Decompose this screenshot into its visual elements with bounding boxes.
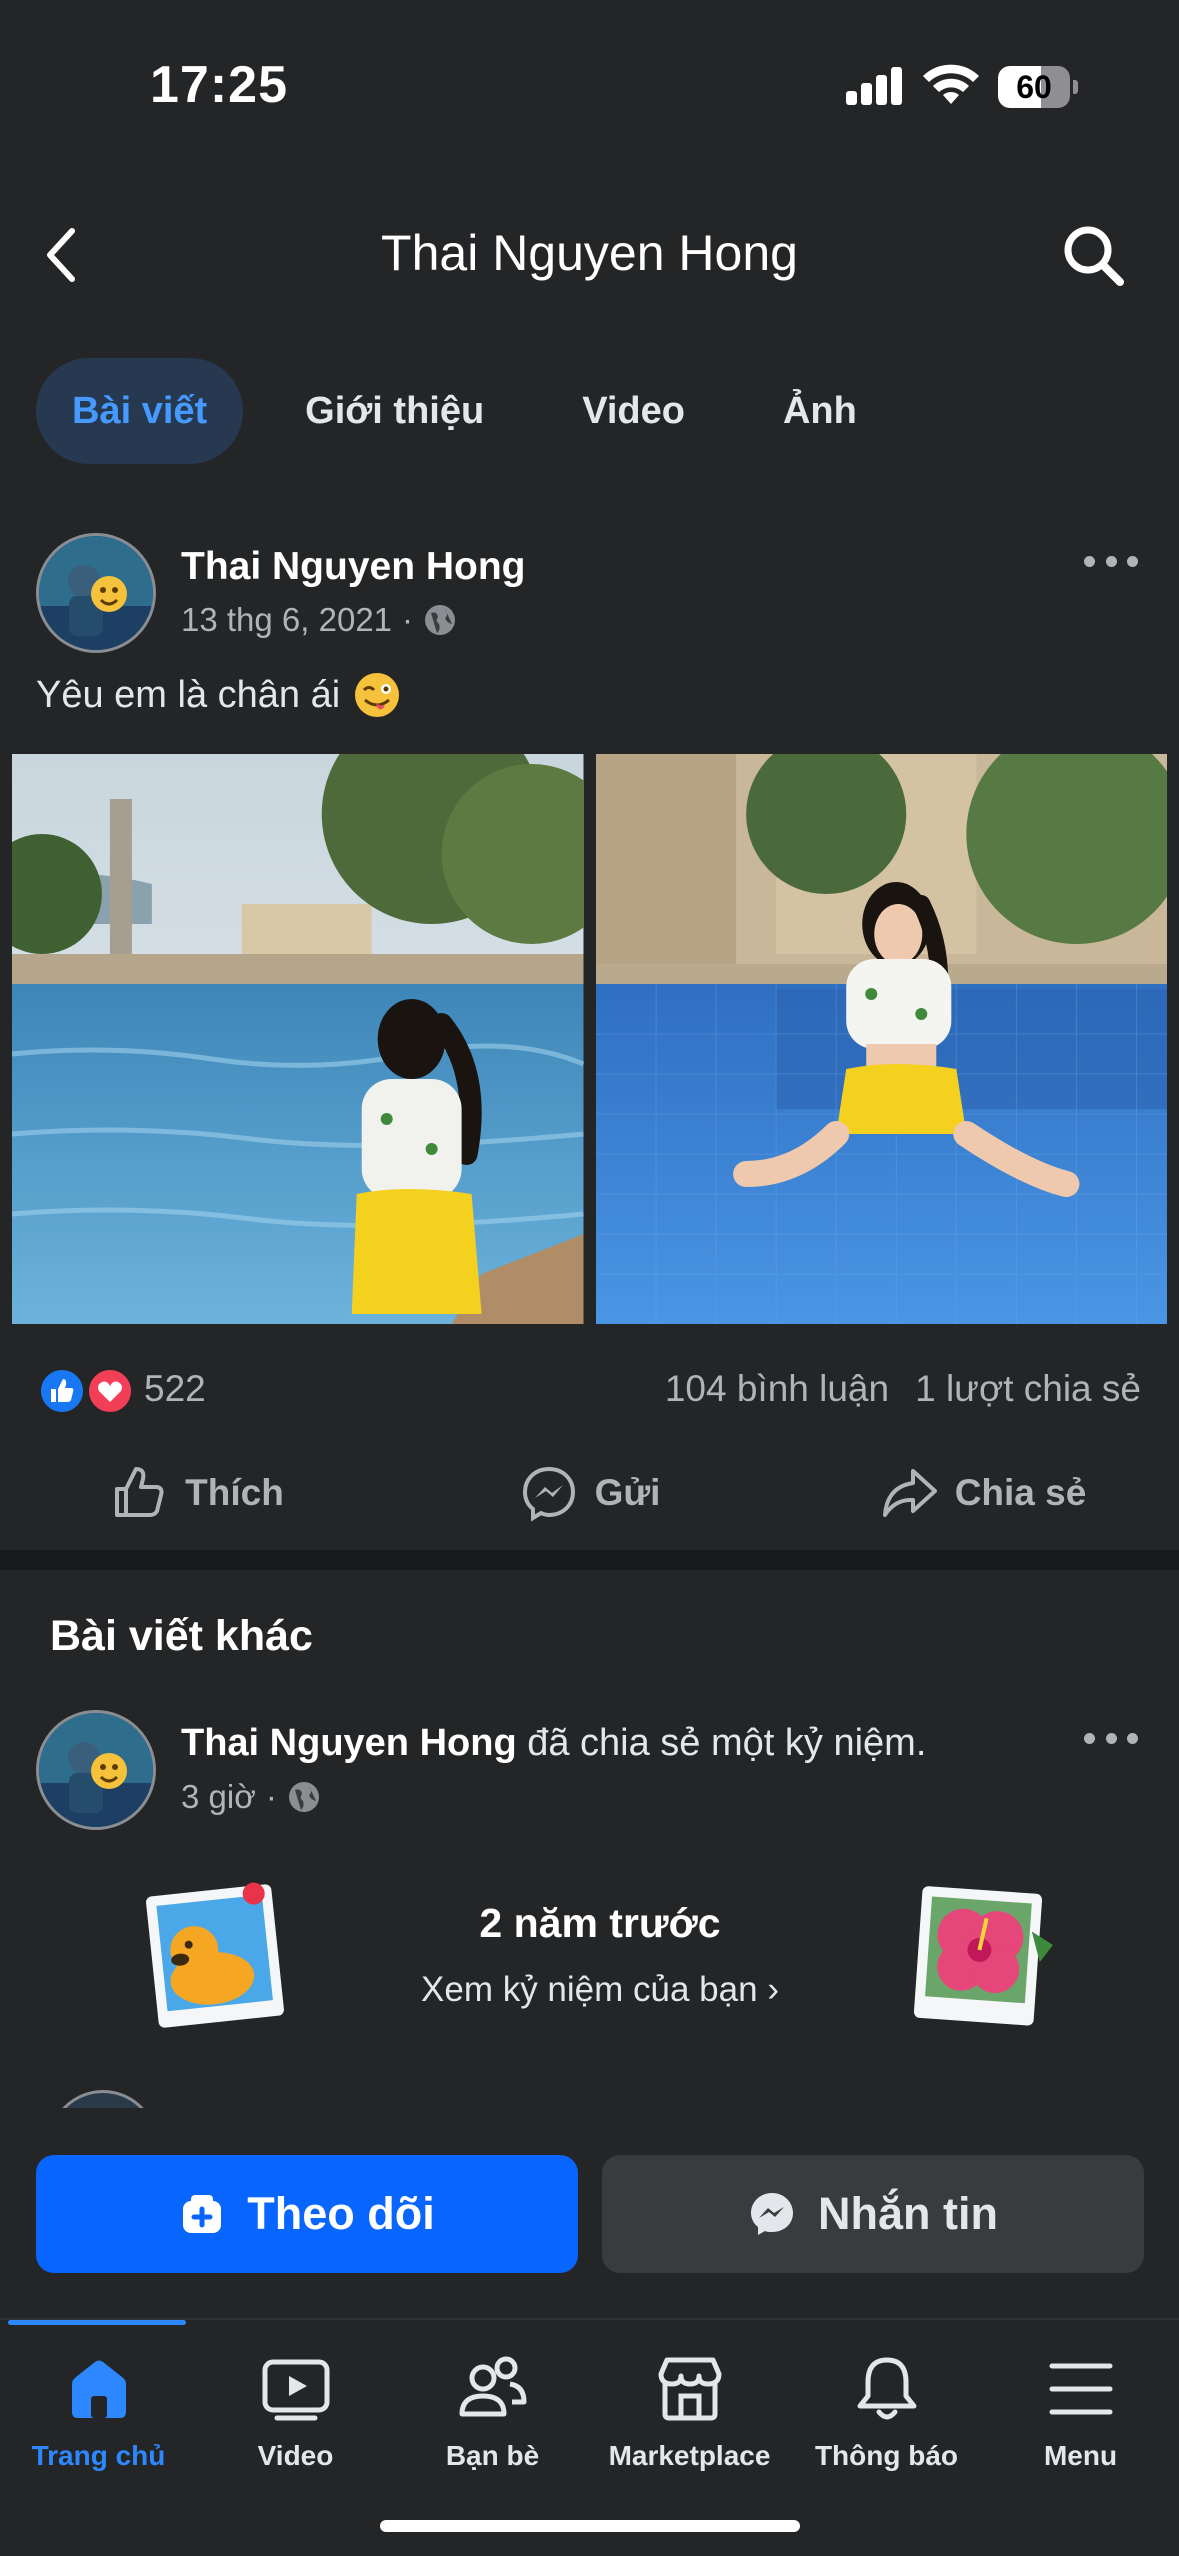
home-icon bbox=[71, 2360, 126, 2418]
like-love-reactions-icon bbox=[37, 1366, 135, 1416]
post-photos bbox=[12, 754, 1167, 1324]
dog-photo-sticker-icon bbox=[146, 1882, 284, 2028]
avatar[interactable] bbox=[36, 1710, 156, 1830]
status-time: 17:25 bbox=[150, 56, 288, 114]
globe-icon bbox=[288, 1782, 319, 1812]
cellular-signal-icon bbox=[846, 67, 904, 105]
section-title: Bài viết khác bbox=[50, 1612, 313, 1660]
post-actions: Thích Gửi Chia sẻ bbox=[0, 1448, 1179, 1538]
profile-tabs: Bài viết Giới thiệu Video Ảnh bbox=[36, 358, 919, 464]
nav-video[interactable]: Video bbox=[197, 2352, 394, 2472]
nav-notifications[interactable]: Thông báo bbox=[788, 2352, 985, 2472]
post-meta: 13 thg 6, 2021 · bbox=[181, 601, 457, 639]
section-divider bbox=[0, 1550, 1179, 1570]
send-button[interactable]: Gửi bbox=[393, 1448, 786, 1538]
messenger-icon bbox=[751, 2193, 793, 2235]
share-label: Chia sẻ bbox=[954, 1472, 1087, 1513]
post-text: Yêu em là chân ái bbox=[36, 670, 402, 720]
comment-count[interactable]: 104 bình luận bbox=[665, 1368, 889, 1410]
message-label: Nhắn tin bbox=[818, 2188, 998, 2239]
post-meta: 3 giờ · bbox=[181, 1778, 321, 1816]
video-icon bbox=[262, 2359, 329, 2421]
search-icon bbox=[1064, 226, 1124, 286]
avatar[interactable] bbox=[36, 533, 156, 653]
follow-label: Theo dõi bbox=[247, 2188, 435, 2239]
nav-label: Menu bbox=[1043, 2440, 1118, 2471]
memory-post-title: Thai Nguyen Hong đã chia sẻ một kỷ niệm. bbox=[181, 1722, 926, 1765]
share-arrow-icon bbox=[882, 1469, 937, 1517]
hibiscus-photo-sticker-icon bbox=[913, 1886, 1053, 2026]
memory-link-label: Xem kỷ niệm của bạn bbox=[421, 1970, 758, 2009]
memory-post-header: Thai Nguyen Hong đã chia sẻ một kỷ niệm.… bbox=[36, 1710, 1146, 1830]
marketplace-icon bbox=[658, 2357, 721, 2421]
globe-icon bbox=[425, 605, 456, 635]
memory-title: 2 năm trước bbox=[479, 1900, 721, 1946]
bell-icon bbox=[857, 2357, 916, 2420]
post-caption: Yêu em là chân ái bbox=[36, 673, 341, 716]
battery-icon: 60 bbox=[998, 66, 1078, 108]
meta-separator: · bbox=[402, 601, 414, 638]
messenger-icon bbox=[522, 1466, 575, 1522]
like-label: Thích bbox=[185, 1472, 284, 1513]
nav-marketplace[interactable]: Marketplace bbox=[591, 2352, 788, 2472]
tab-video[interactable]: Video bbox=[546, 358, 721, 464]
message-button[interactable]: Nhắn tin bbox=[602, 2155, 1144, 2273]
friends-icon bbox=[459, 2356, 526, 2417]
battery-percent: 60 bbox=[1016, 69, 1052, 105]
thumbs-up-icon bbox=[115, 1467, 164, 1517]
profile-header: Thai Nguyen Hong bbox=[0, 180, 1179, 330]
meta-separator: · bbox=[265, 1778, 277, 1815]
like-button[interactable]: Thích bbox=[0, 1448, 393, 1538]
post-author[interactable]: Thai Nguyen Hong bbox=[181, 1722, 517, 1764]
nav-label: Bạn bè bbox=[445, 2440, 540, 2471]
post-photo-2[interactable] bbox=[595, 754, 1167, 1324]
chevron-left-icon bbox=[47, 228, 75, 282]
page-title: Thai Nguyen Hong bbox=[381, 225, 798, 281]
memory-link[interactable]: Xem kỷ niệm của bạn › bbox=[340, 1970, 860, 2010]
memory-card[interactable]: 2 năm trước Xem kỷ niệm của bạn › bbox=[140, 1870, 1060, 2040]
wifi-icon bbox=[923, 64, 979, 104]
reaction-count: 522 bbox=[144, 1368, 206, 1409]
send-label: Gửi bbox=[594, 1472, 661, 1513]
status-bar: 17:25 60 bbox=[0, 0, 1179, 170]
tab-posts[interactable]: Bài viết bbox=[36, 358, 244, 464]
post-author[interactable]: Thai Nguyen Hong bbox=[181, 545, 526, 589]
reaction-summary[interactable]: 522 104 bình luận 1 lượt chia sẻ bbox=[36, 1362, 1141, 1418]
post-date[interactable]: 13 thg 6, 2021 bbox=[181, 601, 392, 639]
nav-friends[interactable]: Bạn bè bbox=[394, 2352, 591, 2472]
search-button[interactable] bbox=[1058, 220, 1130, 292]
back-button[interactable] bbox=[40, 220, 100, 290]
nav-label: Marketplace bbox=[608, 2440, 771, 2471]
post-time[interactable]: 3 giờ bbox=[181, 1778, 256, 1816]
engagement-counts: 104 bình luận 1 lượt chia sẻ bbox=[665, 1368, 1141, 1410]
nav-label: Thông báo bbox=[814, 2440, 959, 2471]
post-photo-1[interactable] bbox=[12, 754, 584, 1324]
post-options-button[interactable] bbox=[1076, 541, 1146, 581]
next-post-avatar bbox=[48, 2090, 158, 2110]
post-action-text: đã chia sẻ một kỷ niệm. bbox=[527, 1722, 927, 1764]
post-header: Thai Nguyen Hong 13 thg 6, 2021 · bbox=[36, 533, 1146, 653]
menu-icon bbox=[1049, 2363, 1112, 2415]
share-button[interactable]: Chia sẻ bbox=[786, 1448, 1179, 1538]
nav-menu[interactable]: Menu bbox=[982, 2352, 1179, 2472]
active-tab-indicator bbox=[8, 2320, 186, 2325]
nav-label: Trang chủ bbox=[31, 2440, 166, 2471]
tab-about[interactable]: Giới thiệu bbox=[269, 358, 520, 464]
tab-photos[interactable]: Ảnh bbox=[747, 358, 893, 464]
chevron-right-icon: › bbox=[767, 1970, 779, 2009]
winking-tongue-emoji-icon bbox=[355, 673, 400, 717]
nav-home[interactable]: Trang chủ bbox=[0, 2352, 197, 2472]
follow-button[interactable]: Theo dõi bbox=[36, 2155, 578, 2273]
post-options-button[interactable] bbox=[1076, 1718, 1146, 1758]
follow-icon bbox=[183, 2195, 222, 2233]
nav-label: Video bbox=[257, 2440, 334, 2471]
share-count[interactable]: 1 lượt chia sẻ bbox=[915, 1368, 1141, 1410]
home-indicator bbox=[380, 2520, 800, 2532]
